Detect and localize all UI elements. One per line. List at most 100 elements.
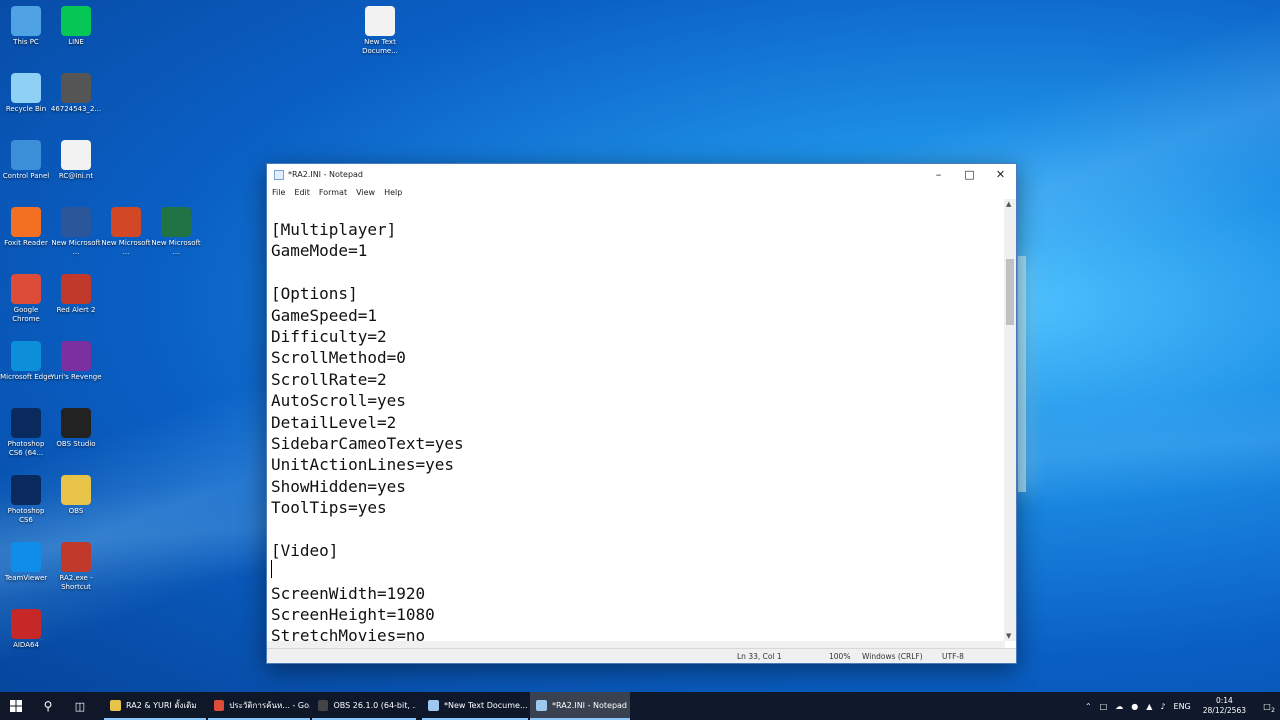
taskbar-app[interactable]: RA2 & YURI ตั้งเดิม — [104, 692, 206, 720]
menu-edit[interactable]: Edit — [294, 188, 310, 197]
minimize-button[interactable]: – — [923, 164, 954, 185]
desktop-icon[interactable]: Control Panel — [0, 140, 52, 181]
desktop-icon-label: New Microsoft ... — [151, 239, 201, 256]
desktop-icon[interactable]: Photoshop CS6 — [0, 475, 52, 525]
desktop-icon[interactable]: RA2.exe - Shortcut — [50, 542, 102, 592]
desktop-icon[interactable]: This PC — [0, 6, 52, 47]
editor-line: ScreenHeight=1080 — [271, 605, 435, 625]
this-pc-icon — [11, 6, 41, 36]
chevron-up-icon[interactable]: ⌃ — [1085, 702, 1092, 711]
taskbar-app-label: *RA2.INI - Notepad — [552, 700, 628, 710]
obs-icon — [61, 408, 91, 438]
desktop-icon-label: OBS — [68, 507, 84, 515]
menu-file[interactable]: File — [272, 188, 285, 197]
taskbar-app-label: *New Text Docume... — [444, 700, 528, 710]
text-caret — [271, 560, 272, 578]
desktop-icon[interactable]: LINE — [50, 6, 102, 47]
language-indicator[interactable]: ENG — [1174, 702, 1191, 711]
desktop-icon[interactable]: New Microsoft ... — [100, 207, 152, 257]
desktop-icon[interactable]: Google Chrome — [0, 274, 52, 324]
taskbar-app-label: ประวัติการค้นห... - Go... — [229, 700, 310, 710]
microphone-icon[interactable]: ● — [1131, 702, 1138, 711]
cloud-icon[interactable]: ☁ — [1115, 702, 1123, 711]
editor-line: [Options] — [271, 284, 358, 304]
desktop-icon[interactable]: Photoshop CS6 (64... — [0, 408, 52, 458]
editor-line: UnitActionLines=yes — [271, 455, 455, 475]
clock[interactable]: 0:14 28/12/2563 — [1203, 696, 1246, 716]
desktop-icon[interactable]: OBS — [50, 475, 102, 516]
menu-help[interactable]: Help — [384, 188, 402, 197]
editor-line: Difficulty=2 — [271, 326, 387, 346]
status-bar: Ln 33, Col 1 100% Windows (CRLF) UTF-8 — [267, 648, 1016, 663]
menu-view[interactable]: View — [356, 188, 375, 197]
taskbar-app[interactable]: ประวัติการค้นห... - Go... — [208, 692, 310, 720]
desktop-icon[interactable]: TeamViewer — [0, 542, 52, 583]
wifi-icon[interactable]: ▲ — [1146, 702, 1152, 711]
notification-badge: 2 — [1271, 707, 1275, 714]
taskbar-app-label: OBS 26.1.0 (64-bit, ... — [333, 700, 416, 710]
menu-format[interactable]: Format — [319, 188, 347, 197]
taskbar-app[interactable]: OBS 26.1.0 (64-bit, ... — [312, 692, 416, 720]
desktop-icon[interactable]: 46724543_2... — [50, 73, 102, 114]
scroll-up-icon[interactable]: ▲ — [1006, 200, 1011, 208]
encoding: UTF-8 — [942, 652, 964, 661]
desktop-icon-label: TeamViewer — [4, 574, 48, 582]
desktop-icon[interactable]: AIDA64 — [0, 609, 52, 650]
vertical-scrollbar[interactable]: ▲ ▼ — [1004, 199, 1016, 641]
photoshop-icon — [11, 408, 41, 438]
editor-line: ScrollMethod=0 — [271, 348, 406, 368]
desktop-icon-label: Photoshop CS6 (64... — [7, 440, 45, 457]
taskbar-app[interactable]: *RA2.INI - Notepad — [530, 692, 630, 720]
volume-icon[interactable]: ♪ — [1160, 702, 1165, 711]
scroll-down-icon[interactable]: ▼ — [1006, 632, 1011, 640]
clock-time: 0:14 — [1215, 696, 1233, 705]
edge-icon — [11, 341, 41, 371]
editor-line: [Multiplayer] — [271, 220, 397, 239]
taskbar-app[interactable]: *New Text Docume... — [422, 692, 528, 720]
file-icon — [61, 140, 91, 170]
desktop-icon-label: This PC — [13, 38, 39, 46]
search-icon[interactable]: ⚲ — [32, 692, 64, 720]
desktop-icon[interactable]: Microsoft Edge — [0, 341, 52, 382]
red-alert-icon — [61, 542, 91, 572]
chrome-icon — [11, 274, 41, 304]
network-icon[interactable]: □ — [1100, 702, 1108, 711]
desktop-icon[interactable]: New Text Docume... — [354, 6, 406, 56]
notification-center-button[interactable]: □ 2 — [1254, 692, 1280, 720]
scrollbar-thumb[interactable] — [1006, 259, 1014, 325]
line-ending: Windows (CRLF) — [862, 652, 923, 661]
editor-line: DetailLevel=2 — [271, 412, 397, 432]
task-view-icon[interactable]: ◫ — [64, 692, 96, 720]
desktop-icon[interactable]: New Microsoft ... — [150, 207, 202, 257]
editor-line: StretchMovies=no — [271, 626, 426, 641]
editor-line: ScrollRate=2 — [271, 369, 387, 389]
editor-line: AutoScroll=yes — [271, 391, 406, 411]
taskbar-app-label: RA2 & YURI ตั้งเดิม — [126, 700, 197, 710]
desktop-icon[interactable]: New Microsoft ... — [50, 207, 102, 257]
photoshop-icon — [11, 475, 41, 505]
title-bar[interactable]: *RA2.INI - Notepad – □ ✕ — [267, 164, 1016, 185]
desktop-icon[interactable]: OBS Studio — [50, 408, 102, 449]
window-title: *RA2.INI - Notepad — [288, 170, 364, 179]
start-button[interactable] — [0, 692, 32, 720]
desktop-icon-label: Photoshop CS6 — [7, 507, 45, 524]
desktop-icon[interactable]: Foxit Reader — [0, 207, 52, 248]
editor-line: GameMode=1 — [271, 241, 368, 261]
text-editor[interactable]: [Multiplayer] GameMode=1 [Options] GameSpee… — [267, 199, 1005, 641]
photo-icon — [61, 73, 91, 103]
word-icon — [61, 207, 91, 237]
windows-logo-glow — [1018, 256, 1026, 492]
desktop-icon-label: Foxit Reader — [4, 239, 48, 247]
maximize-button[interactable]: □ — [954, 164, 985, 185]
desktop-icon[interactable]: Red Alert 2 — [50, 274, 102, 315]
close-button[interactable]: ✕ — [985, 164, 1016, 185]
text-file-icon — [365, 6, 395, 36]
notepad-icon — [428, 699, 439, 711]
desktop-icon[interactable]: RC@Ini.nt — [50, 140, 102, 181]
desktop-icon[interactable]: Recycle Bin — [0, 73, 52, 114]
desktop-icon[interactable]: Yuri's Revenge — [50, 341, 102, 382]
notepad-window[interactable]: *RA2.INI - Notepad – □ ✕ File Edit Forma… — [266, 163, 1017, 664]
desktop-icon-label: Recycle Bin — [5, 105, 47, 113]
red-alert-icon — [61, 274, 91, 304]
